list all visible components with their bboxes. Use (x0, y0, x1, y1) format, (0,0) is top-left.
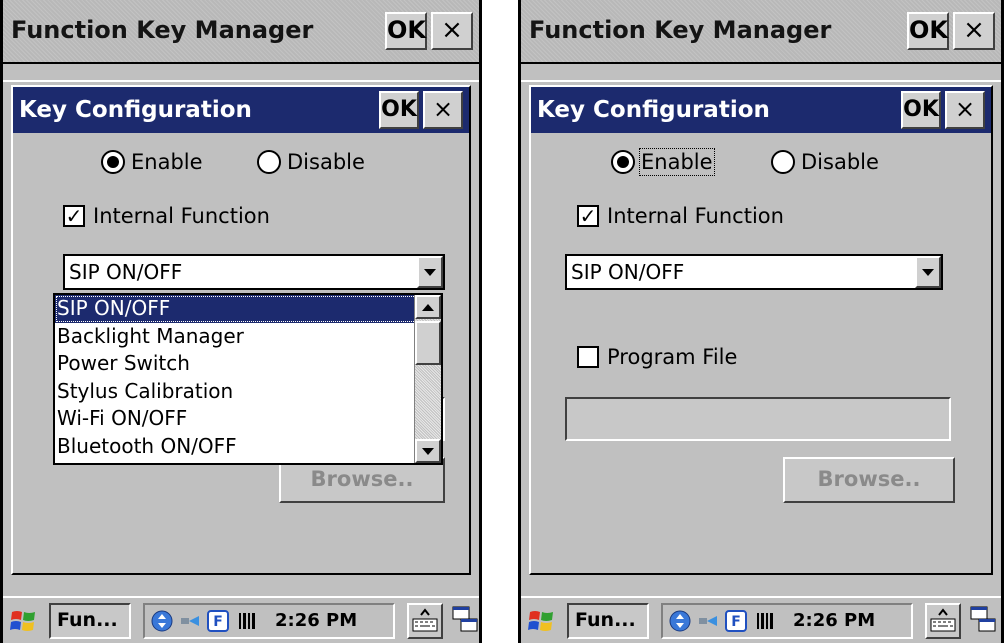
screen-right: Function Key Manager OK × Key Configurat… (518, 0, 1004, 643)
windows-switcher-icon[interactable] (451, 605, 479, 635)
taskbar: Fun... F 2:26 PM (3, 596, 479, 643)
function-combo[interactable]: SIP ON/OFF (565, 254, 943, 290)
function-dropdown-list[interactable]: SIP ON/OFF Backlight Manager Power Switc… (53, 293, 443, 465)
program-file-input[interactable] (565, 397, 951, 441)
app-title-bar: Function Key Manager OK × (521, 0, 1001, 64)
checkmark-icon: ✓ (577, 205, 599, 227)
enable-label: Enable (639, 148, 715, 176)
dialog-close-button[interactable]: × (423, 91, 463, 129)
keyboard-icon[interactable] (407, 603, 443, 639)
function-key-icon[interactable]: F (725, 610, 747, 632)
svg-text:F: F (213, 614, 223, 630)
sync-icon[interactable] (151, 610, 173, 632)
connectivity-icon[interactable] (179, 610, 201, 632)
app-title: Function Key Manager (11, 16, 314, 44)
function-key-icon[interactable]: F (207, 610, 229, 632)
app-title-bar: Function Key Manager OK × (3, 0, 479, 64)
disable-radio[interactable]: Disable (257, 150, 365, 174)
divider (521, 80, 1001, 82)
dialog-title: Key Configuration (537, 97, 770, 123)
checkbox-empty-icon (577, 346, 599, 368)
barcode-icon[interactable] (237, 610, 259, 632)
chevron-down-icon (424, 268, 436, 276)
internal-function-checkbox[interactable]: ✓ Internal Function (577, 204, 784, 228)
divider (3, 80, 479, 82)
combo-value: SIP ON/OFF (69, 260, 183, 284)
windows-start-icon[interactable] (9, 608, 39, 634)
system-tray: F 2:26 PM (143, 603, 395, 639)
combo-dropdown-button[interactable] (417, 256, 443, 288)
enable-radio[interactable]: Enable (101, 150, 203, 174)
chevron-up-icon (422, 303, 434, 311)
barcode-icon[interactable] (755, 610, 777, 632)
list-item[interactable]: Power Switch (55, 350, 441, 378)
program-file-label: Program File (607, 345, 738, 369)
taskbar-app-button[interactable]: Fun... (49, 603, 131, 639)
scroll-up-button[interactable] (415, 295, 441, 319)
combo-dropdown-button[interactable] (915, 256, 941, 288)
app-close-button[interactable]: × (431, 12, 473, 50)
app-title: Function Key Manager (529, 16, 832, 44)
keyboard-icon[interactable] (925, 603, 961, 639)
enable-radio[interactable]: Enable (611, 148, 715, 176)
list-item[interactable]: Backlight Manager (55, 323, 441, 351)
list-scrollbar[interactable] (414, 295, 441, 463)
enable-label: Enable (131, 150, 203, 174)
radio-selected-icon (611, 150, 635, 174)
chevron-down-icon (922, 268, 934, 276)
app-close-button[interactable]: × (953, 12, 995, 50)
connectivity-icon[interactable] (697, 610, 719, 632)
internal-function-checkbox[interactable]: ✓ Internal Function (63, 204, 270, 228)
windows-start-icon[interactable] (527, 608, 557, 634)
combo-value: SIP ON/OFF (571, 260, 685, 284)
screen-left: Function Key Manager OK × Key Configurat… (0, 0, 482, 643)
internal-function-label: Internal Function (93, 204, 270, 228)
radio-unselected-icon (771, 150, 795, 174)
scroll-down-button[interactable] (415, 439, 441, 463)
dialog-ok-button[interactable]: OK (901, 91, 941, 129)
dialog-title-bar: Key Configuration OK × (13, 87, 469, 133)
radio-unselected-icon (257, 150, 281, 174)
dialog-title-bar: Key Configuration OK × (531, 87, 991, 133)
function-combo[interactable]: SIP ON/OFF (63, 254, 445, 290)
sync-icon[interactable] (669, 610, 691, 632)
svg-text:F: F (731, 614, 741, 630)
disable-label: Disable (801, 150, 879, 174)
taskbar: Fun... F 2:26 PM (521, 596, 1001, 643)
checkmark-icon: ✓ (63, 205, 85, 227)
windows-switcher-icon[interactable] (969, 605, 997, 635)
scroll-thumb[interactable] (415, 321, 441, 365)
taskbar-app-button[interactable]: Fun... (567, 603, 649, 639)
list-item[interactable]: SIP ON/OFF (55, 295, 441, 323)
app-ok-button[interactable]: OK (907, 12, 949, 50)
chevron-down-icon (422, 447, 434, 455)
internal-function-label: Internal Function (607, 204, 784, 228)
disable-label: Disable (287, 150, 365, 174)
program-file-checkbox[interactable]: Program File (577, 345, 737, 369)
browse-button[interactable]: Browse.. (783, 457, 955, 503)
list-item[interactable]: Wi-Fi ON/OFF (55, 405, 441, 433)
clock[interactable]: 2:26 PM (275, 607, 357, 635)
app-ok-button[interactable]: OK (385, 12, 427, 50)
disable-radio[interactable]: Disable (771, 150, 879, 174)
clock[interactable]: 2:26 PM (793, 607, 875, 635)
radio-selected-icon (101, 150, 125, 174)
key-configuration-dialog: Key Configuration OK × Enable Disable ✓ … (529, 85, 993, 575)
dialog-ok-button[interactable]: OK (379, 91, 419, 129)
system-tray: F 2:26 PM (661, 603, 913, 639)
list-item[interactable]: Bluetooth ON/OFF (55, 433, 441, 461)
dialog-close-button[interactable]: × (945, 91, 985, 129)
list-item[interactable]: Stylus Calibration (55, 378, 441, 406)
dialog-title: Key Configuration (19, 97, 252, 123)
